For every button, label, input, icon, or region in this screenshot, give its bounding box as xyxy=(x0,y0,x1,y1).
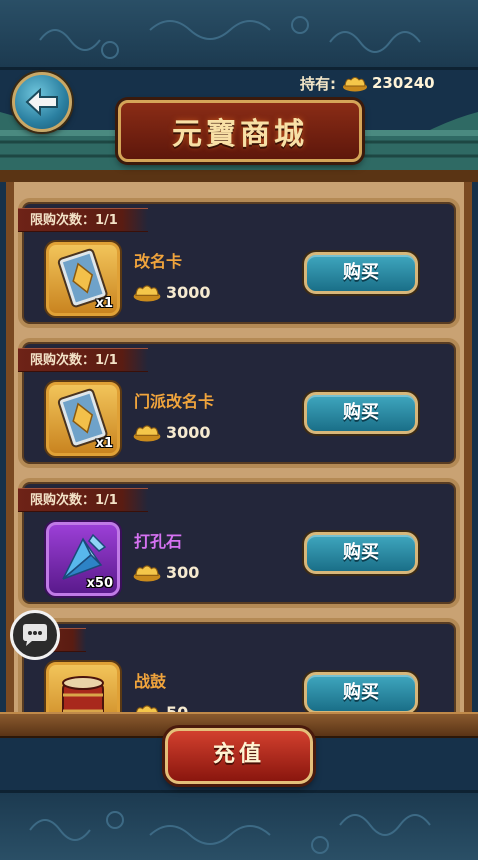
page-title: 元寶商城 xyxy=(172,117,308,152)
list-item: 限购次数：1/1 x1 门派改名卡 3000 购买 xyxy=(18,338,460,468)
price-value: 300 xyxy=(166,562,200,582)
item-icon[interactable]: x1 xyxy=(46,242,120,316)
chat-button[interactable] xyxy=(10,610,60,660)
item-name: 改名卡 xyxy=(134,252,183,271)
purchase-limit-tag: 限购次数：1/1 xyxy=(18,488,148,512)
holding-label: 持有: xyxy=(300,74,336,93)
list-item: 限购次数：1/1 x1 改名卡 3000 购买 xyxy=(18,198,460,328)
buy-button[interactable]: 购买 xyxy=(304,392,418,434)
item-name: 门派改名卡 xyxy=(134,392,215,411)
list-item: 限购次数：1/1 x50 打孔石 300 购买 xyxy=(18,478,460,608)
holding-value: 230240 xyxy=(372,74,435,92)
item-name: 战鼓 xyxy=(134,672,167,691)
back-button[interactable] xyxy=(12,72,72,132)
back-arrow-icon xyxy=(25,88,58,116)
item-quantity: x1 xyxy=(95,296,113,311)
item-icon[interactable]: x50 xyxy=(46,522,120,596)
purchase-limit-tag: 限购次数：1/1 xyxy=(18,208,148,232)
currency-holding: 持有: 230240 xyxy=(300,70,435,96)
recharge-button[interactable]: 充值 xyxy=(165,728,313,784)
item-quantity: x1 xyxy=(95,436,113,451)
price-value: 3000 xyxy=(166,422,211,442)
price-value: 3000 xyxy=(166,282,211,302)
cloud-pattern-bottom xyxy=(29,811,431,854)
purchase-limit-tag: 限购次数：1/1 xyxy=(18,348,148,372)
list-item: 限购 战鼓 50 购买 xyxy=(18,618,460,716)
drum-icon xyxy=(62,676,104,716)
item-icon[interactable]: x1 xyxy=(46,382,120,456)
item-quantity: x50 xyxy=(86,576,113,591)
item-icon[interactable] xyxy=(46,662,120,716)
gold-ingot-icon xyxy=(133,285,161,302)
item-name: 打孔石 xyxy=(134,532,183,551)
item-price: 3000 xyxy=(132,282,211,302)
chat-bubble-icon xyxy=(23,624,47,646)
buy-button[interactable]: 购买 xyxy=(304,532,418,574)
title-plaque: 元寶商城 xyxy=(118,100,362,162)
item-price: 300 xyxy=(132,562,199,582)
gold-ingot-icon xyxy=(133,425,161,442)
buy-button[interactable]: 购买 xyxy=(304,672,418,714)
gold-ingot-icon xyxy=(343,77,367,92)
cloud-pattern-top xyxy=(39,16,421,59)
gold-ingot-icon xyxy=(133,565,161,582)
item-price: 3000 xyxy=(132,422,211,442)
item-list[interactable]: 限购次数：1/1 x1 改名卡 3000 购买 限购次数：1/1 x1 门派改名… xyxy=(14,180,464,716)
buy-button[interactable]: 购买 xyxy=(304,252,418,294)
